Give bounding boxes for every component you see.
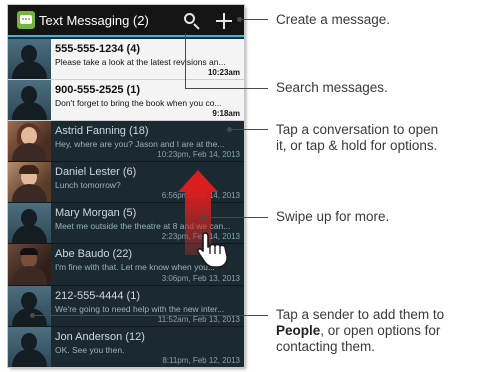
swipe-up-gesture xyxy=(172,170,242,280)
callout-line xyxy=(185,33,186,88)
app-title: Text Messaging (2) xyxy=(39,13,149,28)
conversation-name: 555-555-1234 (4) xyxy=(55,43,141,55)
message-preview: Hey, where are you? Jason and I are at t… xyxy=(55,139,225,150)
create-message-callout: Create a message. xyxy=(276,12,391,27)
conversation-row[interactable]: Jon Anderson (12) OK. See you then. 8:11… xyxy=(8,326,244,367)
message-preview: Don't forget to bring the book when you … xyxy=(55,98,222,109)
conversation-name: Astrid Fanning (18) xyxy=(55,125,149,138)
contact-avatar[interactable] xyxy=(8,244,51,285)
callout-line xyxy=(185,88,268,89)
conversation-name: Mary Morgan (5) xyxy=(55,207,137,220)
conversation-row[interactable]: 212-555-4444 (1) We're going to need hel… xyxy=(8,285,244,327)
callout-line xyxy=(230,129,268,130)
message-preview: We're going to need help with the new in… xyxy=(55,303,225,314)
message-preview: Please take a look at the latest revisio… xyxy=(55,57,226,67)
message-time: 10:23am xyxy=(207,68,240,78)
search-messages-callout: Search messages. xyxy=(276,80,388,95)
message-time: 10:23pm, Feb 14, 2013 xyxy=(157,150,240,160)
swipe-arrow-icon xyxy=(178,170,218,192)
messaging-app-icon[interactable] xyxy=(17,11,35,29)
message-time: 8:11pm, Feb 12, 2013 xyxy=(162,355,240,365)
callout-line xyxy=(240,19,268,20)
callout-line xyxy=(33,315,268,316)
search-button[interactable] xyxy=(180,9,204,33)
conversation-name: Jon Anderson (12) xyxy=(55,330,145,343)
message-time: 11:52am, Feb 13, 2013 xyxy=(157,314,240,324)
message-time: 9:18am xyxy=(212,109,240,119)
conversation-name: 212-555-4444 (1) xyxy=(55,289,141,302)
conversation-name: Abe Baudo (22) xyxy=(55,248,133,261)
contact-avatar[interactable] xyxy=(8,162,51,203)
contact-avatar[interactable] xyxy=(8,39,51,80)
contact-avatar[interactable] xyxy=(8,203,51,244)
new-message-button[interactable] xyxy=(212,9,236,33)
hand-pointer-icon xyxy=(196,232,228,268)
swipe-up-callout: Swipe up for more. xyxy=(276,209,390,224)
conversation-name: 900-555-2525 (1) xyxy=(55,84,141,97)
action-bar: Text Messaging (2) xyxy=(8,5,244,37)
message-preview: OK. See you then. xyxy=(55,344,125,355)
contact-avatar[interactable] xyxy=(8,121,51,162)
contact-avatar[interactable] xyxy=(8,285,51,326)
conversation-row[interactable]: 555-555-1234 (4) Please take a look at t… xyxy=(8,39,244,81)
tap-conversation-callout: Tap a conversation to open it, or tap & … xyxy=(276,122,439,153)
conversation-name: Daniel Lester (6) xyxy=(55,166,137,179)
callout-line xyxy=(204,217,268,218)
conversation-row[interactable]: Astrid Fanning (18) Hey, where are you? … xyxy=(8,121,244,163)
conversation-row[interactable]: 900-555-2525 (1) Don't forget to bring t… xyxy=(8,80,244,122)
contact-avatar[interactable] xyxy=(8,326,51,367)
contact-avatar[interactable] xyxy=(8,80,51,121)
phone-screen: Text Messaging (2) 555-555-1234 (4) Plea… xyxy=(8,5,244,367)
tap-sender-callout: Tap a sender to add them to People, or o… xyxy=(276,307,445,354)
